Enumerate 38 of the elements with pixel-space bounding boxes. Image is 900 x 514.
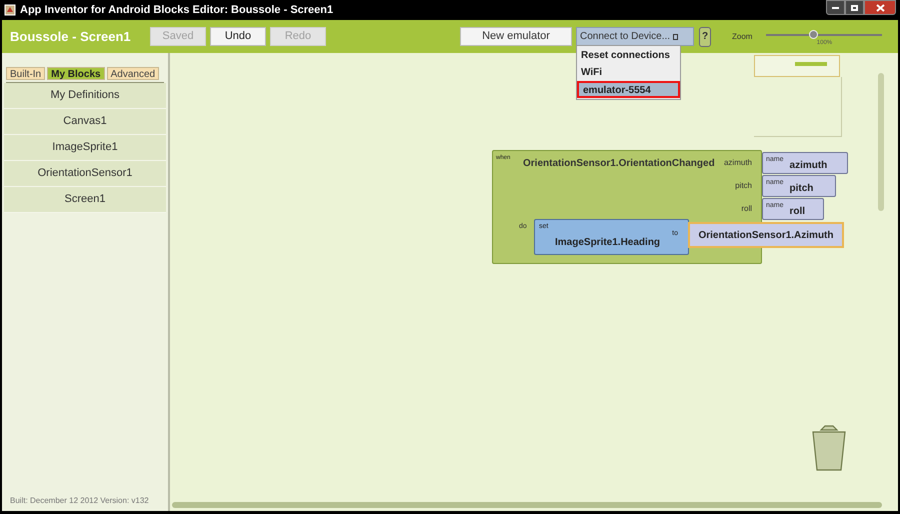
- palette-tab[interactable]: Advanced: [106, 67, 160, 80]
- menu-item[interactable]: emulator-5554: [577, 81, 680, 98]
- slider-thumb[interactable]: [808, 30, 818, 38]
- minimize-button[interactable]: [826, 0, 845, 15]
- drawer-item[interactable]: My Definitions: [4, 83, 166, 109]
- connect-dropdown[interactable]: Connect to Device...: [576, 27, 694, 46]
- vertical-scrollbar[interactable]: [878, 73, 884, 211]
- set-target: ImageSprite1.Heading: [555, 236, 660, 250]
- param-label: pitch: [734, 180, 752, 192]
- app-icon: [4, 4, 16, 16]
- window-title: App Inventor for Android Blocks Editor: Boussole - Screen1: [20, 2, 334, 18]
- minimap-viewport: [795, 62, 827, 66]
- menu-item[interactable]: WiFi: [577, 64, 680, 81]
- param-value: roll: [790, 204, 806, 218]
- help-button[interactable]: ?: [699, 26, 711, 46]
- new-emulator-button[interactable]: New emulator: [460, 27, 572, 46]
- close-icon: [876, 4, 884, 12]
- close-button[interactable]: [864, 0, 896, 15]
- param-value: pitch: [790, 182, 814, 196]
- palette-tab[interactable]: My Blocks: [47, 67, 105, 80]
- getter-block[interactable]: OrientationSensor1.Azimuth: [688, 222, 844, 248]
- block-title: OrientationSensor1.OrientationChanged: [523, 157, 715, 171]
- drawer-item[interactable]: OrientationSensor1: [4, 161, 166, 187]
- maximize-button[interactable]: [845, 0, 864, 15]
- trash-icon: [810, 424, 848, 472]
- drawer-item[interactable]: ImageSprite1: [4, 135, 166, 161]
- drawer-item[interactable]: Screen1: [4, 187, 166, 213]
- palette-tab[interactable]: Built-In: [6, 67, 46, 80]
- toolbar-button[interactable]: Undo: [210, 27, 266, 46]
- param-value: azimuth: [790, 158, 828, 172]
- dropdown-icon: [673, 34, 678, 40]
- zoom-label: Zoom: [732, 30, 752, 42]
- param-label: roll: [740, 203, 752, 215]
- horizontal-scrollbar[interactable]: [172, 502, 882, 508]
- project-title: Boussole - Screen1: [10, 28, 132, 46]
- menu-item[interactable]: Reset connections: [577, 47, 680, 64]
- drawer-item[interactable]: Canvas1: [4, 109, 166, 135]
- build-info: Built: December 12 2012 Version: v132: [10, 495, 150, 507]
